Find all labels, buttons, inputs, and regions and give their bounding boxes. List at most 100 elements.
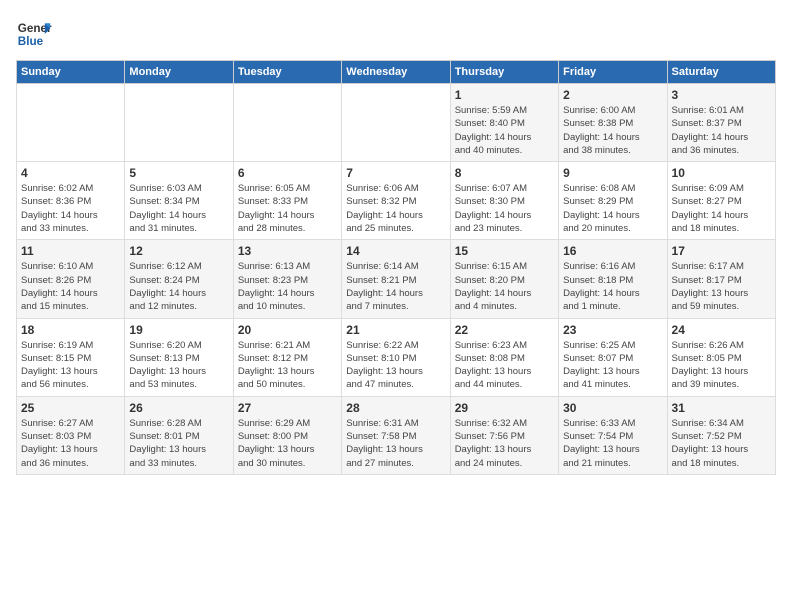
- day-number: 20: [238, 323, 337, 337]
- day-number: 8: [455, 166, 554, 180]
- day-number: 12: [129, 244, 228, 258]
- day-info: Sunrise: 6:29 AMSunset: 8:00 PMDaylight:…: [238, 417, 337, 470]
- dow-header-monday: Monday: [125, 61, 233, 84]
- day-number: 10: [672, 166, 771, 180]
- day-number: 31: [672, 401, 771, 415]
- day-cell: 4 Sunrise: 6:02 AMSunset: 8:36 PMDaylight…: [17, 162, 125, 240]
- day-info: Sunrise: 6:22 AMSunset: 8:10 PMDaylight:…: [346, 339, 445, 392]
- day-cell: 25Sunrise: 6:27 AMSunset: 8:03 PMDayligh…: [17, 396, 125, 474]
- day-info: Sunrise: 6:26 AMSunset: 8:05 PMDaylight:…: [672, 339, 771, 392]
- day-info: Sunrise: 6:28 AMSunset: 8:01 PMDaylight:…: [129, 417, 228, 470]
- day-cell: 15 Sunrise: 6:15 AMSunset: 8:20 PMDayligh…: [450, 240, 558, 318]
- day-info: Sunrise: 6:25 AMSunset: 8:07 PMDaylight:…: [563, 339, 662, 392]
- dow-header-saturday: Saturday: [667, 61, 775, 84]
- dow-header-tuesday: Tuesday: [233, 61, 341, 84]
- day-cell: 2 Sunrise: 6:00 AMSunset: 8:38 PMDaylight…: [559, 84, 667, 162]
- day-number: 24: [672, 323, 771, 337]
- day-info: Sunrise: 6:27 AMSunset: 8:03 PMDaylight:…: [21, 417, 120, 470]
- day-cell: 30 Sunrise: 6:33 AMSunset: 7:54 PMDayligh…: [559, 396, 667, 474]
- day-number: 27: [238, 401, 337, 415]
- day-cell: 24 Sunrise: 6:26 AMSunset: 8:05 PMDayligh…: [667, 318, 775, 396]
- day-info: Sunrise: 6:19 AMSunset: 8:15 PMDaylight:…: [21, 339, 120, 392]
- day-number: 6: [238, 166, 337, 180]
- logo: General Blue: [16, 16, 52, 52]
- day-cell: [233, 84, 341, 162]
- day-info: Sunrise: 6:17 AMSunset: 8:17 PMDaylight:…: [672, 260, 771, 313]
- day-number: 21: [346, 323, 445, 337]
- day-number: 9: [563, 166, 662, 180]
- day-cell: 11 Sunrise: 6:10 AMSunset: 8:26 PMDayligh…: [17, 240, 125, 318]
- day-of-week-row: SundayMondayTuesdayWednesdayThursdayFrid…: [17, 61, 776, 84]
- day-cell: 19 Sunrise: 6:20 AMSunset: 8:13 PMDayligh…: [125, 318, 233, 396]
- day-cell: 17 Sunrise: 6:17 AMSunset: 8:17 PMDayligh…: [667, 240, 775, 318]
- day-number: 15: [455, 244, 554, 258]
- dow-header-sunday: Sunday: [17, 61, 125, 84]
- calendar-body: 1 Sunrise: 5:59 AMSunset: 8:40 PMDaylight…: [17, 84, 776, 475]
- day-cell: [125, 84, 233, 162]
- day-number: 4: [21, 166, 120, 180]
- day-cell: 14 Sunrise: 6:14 AMSunset: 8:21 PMDayligh…: [342, 240, 450, 318]
- day-number: 1: [455, 88, 554, 102]
- day-cell: 22Sunrise: 6:23 AMSunset: 8:08 PMDayligh…: [450, 318, 558, 396]
- day-number: 17: [672, 244, 771, 258]
- day-number: 19: [129, 323, 228, 337]
- header: General Blue: [16, 16, 776, 52]
- day-info: Sunrise: 6:02 AMSunset: 8:36 PMDaylight:…: [21, 182, 120, 235]
- day-number: 7: [346, 166, 445, 180]
- dow-header-wednesday: Wednesday: [342, 61, 450, 84]
- day-cell: 7 Sunrise: 6:06 AMSunset: 8:32 PMDaylight…: [342, 162, 450, 240]
- day-info: Sunrise: 6:03 AMSunset: 8:34 PMDaylight:…: [129, 182, 228, 235]
- day-info: Sunrise: 6:07 AMSunset: 8:30 PMDaylight:…: [455, 182, 554, 235]
- day-info: Sunrise: 6:32 AMSunset: 7:56 PMDaylight:…: [455, 417, 554, 470]
- day-number: 30: [563, 401, 662, 415]
- day-cell: [17, 84, 125, 162]
- day-cell: 10 Sunrise: 6:09 AMSunset: 8:27 PMDayligh…: [667, 162, 775, 240]
- day-info: Sunrise: 6:31 AMSunset: 7:58 PMDaylight:…: [346, 417, 445, 470]
- day-info: Sunrise: 6:23 AMSunset: 8:08 PMDaylight:…: [455, 339, 554, 392]
- day-number: 2: [563, 88, 662, 102]
- day-info: Sunrise: 6:33 AMSunset: 7:54 PMDaylight:…: [563, 417, 662, 470]
- day-cell: 27 Sunrise: 6:29 AMSunset: 8:00 PMDayligh…: [233, 396, 341, 474]
- day-cell: 8 Sunrise: 6:07 AMSunset: 8:30 PMDaylight…: [450, 162, 558, 240]
- day-info: Sunrise: 5:59 AMSunset: 8:40 PMDaylight:…: [455, 104, 554, 157]
- day-number: 5: [129, 166, 228, 180]
- day-number: 28: [346, 401, 445, 415]
- day-cell: 5 Sunrise: 6:03 AMSunset: 8:34 PMDaylight…: [125, 162, 233, 240]
- day-number: 3: [672, 88, 771, 102]
- day-info: Sunrise: 6:06 AMSunset: 8:32 PMDaylight:…: [346, 182, 445, 235]
- svg-text:Blue: Blue: [18, 35, 44, 48]
- week-row-4: 18 Sunrise: 6:19 AMSunset: 8:15 PMDayligh…: [17, 318, 776, 396]
- day-cell: 20 Sunrise: 6:21 AMSunset: 8:12 PMDayligh…: [233, 318, 341, 396]
- day-cell: 3 Sunrise: 6:01 AMSunset: 8:37 PMDaylight…: [667, 84, 775, 162]
- day-cell: 18 Sunrise: 6:19 AMSunset: 8:15 PMDayligh…: [17, 318, 125, 396]
- day-info: Sunrise: 6:10 AMSunset: 8:26 PMDaylight:…: [21, 260, 120, 313]
- day-cell: 6Sunrise: 6:05 AMSunset: 8:33 PMDaylight…: [233, 162, 341, 240]
- day-number: 29: [455, 401, 554, 415]
- day-cell: 31 Sunrise: 6:34 AMSunset: 7:52 PMDayligh…: [667, 396, 775, 474]
- day-cell: 1 Sunrise: 5:59 AMSunset: 8:40 PMDaylight…: [450, 84, 558, 162]
- day-number: 11: [21, 244, 120, 258]
- day-info: Sunrise: 6:21 AMSunset: 8:12 PMDaylight:…: [238, 339, 337, 392]
- day-cell: 23Sunrise: 6:25 AMSunset: 8:07 PMDayligh…: [559, 318, 667, 396]
- day-info: Sunrise: 6:14 AMSunset: 8:21 PMDaylight:…: [346, 260, 445, 313]
- day-info: Sunrise: 6:12 AMSunset: 8:24 PMDaylight:…: [129, 260, 228, 313]
- day-info: Sunrise: 6:15 AMSunset: 8:20 PMDaylight:…: [455, 260, 554, 313]
- day-cell: 29 Sunrise: 6:32 AMSunset: 7:56 PMDayligh…: [450, 396, 558, 474]
- day-number: 18: [21, 323, 120, 337]
- day-info: Sunrise: 6:00 AMSunset: 8:38 PMDaylight:…: [563, 104, 662, 157]
- day-info: Sunrise: 6:09 AMSunset: 8:27 PMDaylight:…: [672, 182, 771, 235]
- day-info: Sunrise: 6:01 AMSunset: 8:37 PMDaylight:…: [672, 104, 771, 157]
- day-info: Sunrise: 6:13 AMSunset: 8:23 PMDaylight:…: [238, 260, 337, 313]
- day-info: Sunrise: 6:20 AMSunset: 8:13 PMDaylight:…: [129, 339, 228, 392]
- day-number: 13: [238, 244, 337, 258]
- day-cell: 21 Sunrise: 6:22 AMSunset: 8:10 PMDayligh…: [342, 318, 450, 396]
- day-cell: 13 Sunrise: 6:13 AMSunset: 8:23 PMDayligh…: [233, 240, 341, 318]
- dow-header-friday: Friday: [559, 61, 667, 84]
- week-row-1: 1 Sunrise: 5:59 AMSunset: 8:40 PMDaylight…: [17, 84, 776, 162]
- week-row-2: 4 Sunrise: 6:02 AMSunset: 8:36 PMDaylight…: [17, 162, 776, 240]
- day-cell: [342, 84, 450, 162]
- day-number: 16: [563, 244, 662, 258]
- day-number: 14: [346, 244, 445, 258]
- day-info: Sunrise: 6:34 AMSunset: 7:52 PMDaylight:…: [672, 417, 771, 470]
- day-cell: 26Sunrise: 6:28 AMSunset: 8:01 PMDayligh…: [125, 396, 233, 474]
